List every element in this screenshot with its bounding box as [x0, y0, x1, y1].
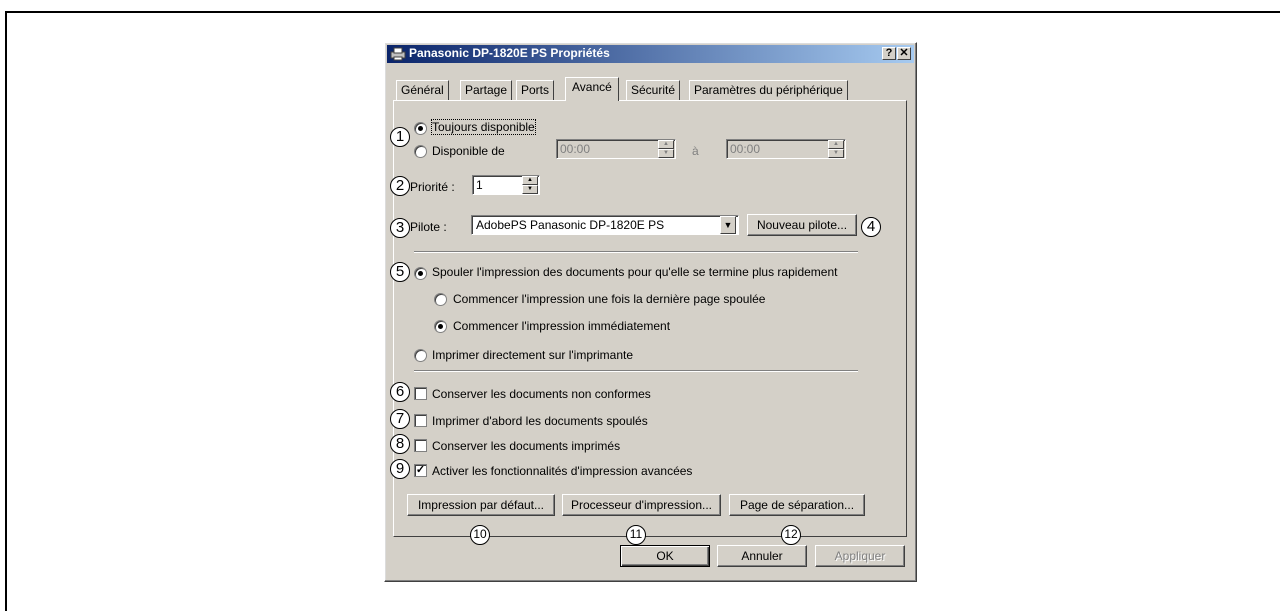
printer-properties-dialog: Panasonic DP-1820E PS Propriétés ? ✕ Gén…	[384, 42, 917, 582]
spin-down-icon: ▼	[658, 149, 674, 158]
keep-printed-label: Conserver les documents imprimés	[432, 439, 621, 453]
callout-6: 6	[390, 382, 410, 402]
divider-1	[414, 251, 858, 253]
callout-11: 11	[626, 525, 646, 545]
cancel-button[interactable]: Annuler	[717, 545, 807, 567]
spin-up-icon[interactable]: ▲	[522, 176, 538, 185]
print-spooled-first-label: Imprimer d'abord les documents spoulés	[432, 414, 648, 428]
from-time-spinner: ▲ ▼	[658, 140, 674, 158]
spin-up-icon: ▲	[828, 140, 844, 149]
spin-down-icon: ▼	[828, 149, 844, 158]
hold-mismatched-checkbox[interactable]	[414, 387, 427, 400]
print-spooled-first-checkbox[interactable]	[414, 414, 427, 427]
apply-button[interactable]: Appliquer	[815, 545, 905, 567]
divider-2	[414, 370, 858, 372]
driver-dropdown-button[interactable]: ▼	[720, 216, 736, 234]
print-direct-radio[interactable]	[414, 349, 427, 362]
callout-3: 3	[390, 218, 410, 238]
advanced-features-checkbox[interactable]: ✓	[414, 464, 427, 477]
callout-4: 4	[861, 217, 881, 237]
spin-up-icon: ▲	[658, 140, 674, 149]
spool-radio[interactable]	[414, 267, 427, 280]
always-available-label: Toujours disponible	[431, 119, 536, 135]
priority-spinner[interactable]: ▲ ▼	[522, 176, 538, 194]
advanced-features-label: Activer les fonctionnalités d'impression…	[432, 464, 693, 478]
start-after-last-page-label: Commencer l'impression une fois la derni…	[453, 292, 766, 306]
spool-label: Spouler l'impression des documents pour …	[432, 265, 838, 279]
always-available-radio[interactable]	[414, 122, 427, 135]
ok-button[interactable]: OK	[620, 545, 710, 567]
callout-2: 2	[390, 176, 410, 196]
to-word-label: à	[692, 144, 699, 158]
printing-defaults-button[interactable]: Impression par défaut...	[407, 494, 555, 516]
start-immediately-radio[interactable]	[434, 320, 447, 333]
new-driver-button[interactable]: Nouveau pilote...	[747, 214, 857, 236]
separator-page-button[interactable]: Page de séparation...	[729, 494, 865, 516]
callout-12: 12	[781, 525, 801, 545]
priority-label: Priorité :	[410, 180, 455, 194]
driver-select[interactable]: AdobePS Panasonic DP-1820E PS	[471, 215, 739, 235]
start-immediately-label: Commencer l'impression immédiatement	[453, 319, 671, 333]
callout-9: 9	[390, 459, 410, 479]
start-after-last-page-radio[interactable]	[434, 293, 447, 306]
available-from-radio[interactable]	[414, 145, 427, 158]
print-direct-label: Imprimer directement sur l'imprimante	[432, 348, 634, 362]
print-processor-button[interactable]: Processeur d'impression...	[562, 494, 721, 516]
spin-down-icon[interactable]: ▼	[522, 185, 538, 194]
chevron-down-icon[interactable]: ▼	[720, 216, 736, 234]
callout-1: 1	[390, 127, 410, 147]
callout-8: 8	[390, 434, 410, 454]
keep-printed-checkbox[interactable]	[414, 439, 427, 452]
callout-5: 5	[390, 262, 410, 282]
callout-10: 10	[470, 525, 490, 545]
driver-label: Pilote :	[410, 220, 447, 234]
available-from-label: Disponible de	[432, 144, 505, 158]
hold-mismatched-label: Conserver les documents non conformes	[432, 387, 651, 401]
callout-7: 7	[390, 409, 410, 429]
to-time-spinner: ▲ ▼	[828, 140, 844, 158]
